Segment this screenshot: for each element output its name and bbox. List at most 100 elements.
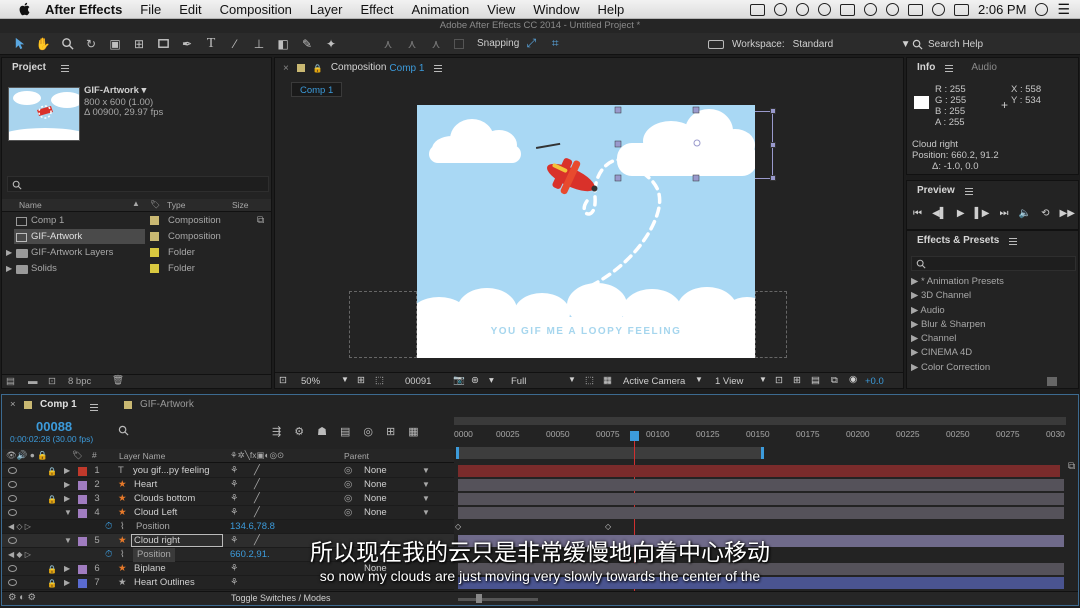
composition-canvas[interactable]: YOU GIF ME A LOOPY FEELING bbox=[417, 105, 755, 358]
project-row[interactable]: ▶ Solids Folder bbox=[2, 261, 271, 277]
brush-tool-icon[interactable]: ⁄ bbox=[228, 37, 242, 51]
snap-grid-icon[interactable]: ⌗ bbox=[548, 36, 562, 51]
local-axis-icon[interactable]: ⋏ bbox=[381, 37, 395, 51]
workspace-select[interactable]: Standard bbox=[793, 39, 893, 50]
layer-row[interactable]: ▶ 2 ★ Heart ⚘ ╱ ◎ None ▼ bbox=[2, 478, 454, 492]
rotation-tool-icon[interactable]: ↻ bbox=[84, 37, 98, 51]
tab-info[interactable]: Info bbox=[907, 58, 945, 78]
menu-animation[interactable]: Animation bbox=[411, 2, 469, 17]
chevron-down-icon[interactable]: ▼ bbox=[422, 506, 430, 520]
current-time-indicator[interactable] bbox=[630, 431, 639, 441]
menu-effect[interactable]: Effect bbox=[360, 2, 393, 17]
frame-blending-icon[interactable]: ▤ bbox=[340, 425, 350, 438]
col-name[interactable]: Name bbox=[19, 200, 42, 210]
time-machine-icon[interactable] bbox=[886, 3, 900, 16]
menu-layer[interactable]: Layer bbox=[310, 2, 343, 17]
new-comp-icon[interactable]: ⊡ bbox=[48, 376, 56, 387]
close-tab-icon[interactable]: × bbox=[10, 399, 16, 410]
tab-project[interactable]: Project bbox=[2, 58, 56, 78]
type-tool-icon[interactable]: T bbox=[204, 36, 218, 51]
creative-cloud-icon[interactable] bbox=[818, 3, 832, 16]
comp-mini-flowchart-icon[interactable]: ⇶ bbox=[272, 425, 281, 438]
bpc-label[interactable]: 8 bpc bbox=[68, 376, 91, 387]
last-frame-icon[interactable]: ⏭ bbox=[1000, 208, 1009, 219]
shy-switch-icon[interactable]: ⚘ bbox=[230, 464, 239, 478]
project-row-selected[interactable]: GIF-Artwork Composition bbox=[2, 229, 271, 245]
col-parent[interactable]: Parent bbox=[344, 451, 369, 461]
panel-menu-icon[interactable] bbox=[90, 403, 98, 411]
flowchart-icon[interactable]: ⧉ bbox=[257, 213, 264, 229]
pickwhip-icon[interactable]: ◎ bbox=[344, 478, 352, 492]
zoom-tool-icon[interactable] bbox=[60, 37, 74, 51]
pickwhip-icon[interactable]: ◎ bbox=[344, 506, 352, 520]
apple-icon[interactable] bbox=[17, 1, 33, 17]
fast-previews-icon[interactable]: ⊞ bbox=[793, 375, 801, 386]
chevron-down-icon[interactable]: ▼ bbox=[901, 39, 911, 50]
view-axis-icon[interactable]: ⋏ bbox=[429, 37, 443, 51]
label-swatch[interactable] bbox=[150, 248, 159, 257]
tab-gif-artwork[interactable]: GIF-Artwork bbox=[140, 399, 194, 410]
layer-row[interactable]: 🔒 ▶ 1 T you gif...py feeling ⚘ ╱ ◎ None … bbox=[2, 464, 454, 478]
col-size[interactable]: Size bbox=[232, 200, 249, 210]
selection-handle[interactable] bbox=[770, 175, 776, 181]
panel-menu-icon[interactable] bbox=[1009, 237, 1018, 245]
layer-bar[interactable] bbox=[458, 479, 1064, 491]
col-layer-name[interactable]: Layer Name bbox=[119, 451, 165, 461]
menu-edit[interactable]: Edit bbox=[179, 2, 201, 17]
label-swatch[interactable] bbox=[150, 264, 159, 273]
channel-menu-icon[interactable]: ▾ bbox=[489, 375, 494, 386]
panel-menu-icon[interactable] bbox=[434, 64, 443, 72]
quality-switch-icon[interactable]: ╱ bbox=[254, 492, 260, 506]
chevron-down-icon[interactable]: ▼ bbox=[695, 375, 703, 384]
label-swatch[interactable] bbox=[78, 495, 87, 504]
layer-bar[interactable] bbox=[458, 465, 1060, 477]
always-preview-icon[interactable]: ⊡ bbox=[279, 375, 287, 386]
composition-name[interactable]: Comp 1 bbox=[389, 63, 424, 74]
panel-menu-icon[interactable] bbox=[60, 64, 69, 72]
trash-icon[interactable]: 🗑 bbox=[112, 375, 124, 386]
project-row[interactable]: Comp 1 Composition ⧉ bbox=[2, 213, 271, 229]
shy-layers-icon[interactable]: ☗ bbox=[317, 425, 327, 438]
timeline-timecode[interactable]: 00088 bbox=[36, 419, 72, 434]
lock-icon[interactable]: 🔒 bbox=[47, 493, 57, 507]
comp-button-icon[interactable]: ⧉ bbox=[1068, 461, 1075, 472]
magnification-select[interactable]: 50% bbox=[301, 376, 320, 387]
time-ruler[interactable]: 0000 00025 00050 00075 00100 00125 00150… bbox=[454, 425, 1066, 447]
keyframe-icon[interactable]: ◇ bbox=[455, 522, 461, 531]
quality-switch-icon[interactable]: ╱ bbox=[254, 478, 260, 492]
tab-preview[interactable]: Preview bbox=[907, 181, 965, 201]
search-icon[interactable] bbox=[118, 425, 129, 436]
menu-composition[interactable]: Composition bbox=[220, 2, 292, 17]
shy-switch-icon[interactable]: ⚘ bbox=[230, 506, 239, 520]
dropbox-icon[interactable] bbox=[840, 3, 856, 16]
property-row[interactable]: ◀ ◇ ▷ ⏱ ⌇ Position 134.6,78.8 bbox=[2, 520, 454, 534]
new-folder-icon[interactable]: ▬ bbox=[28, 376, 38, 387]
view-layout-select[interactable]: 1 View bbox=[715, 376, 743, 387]
layer-row[interactable]: ▼ 4 ★ Cloud Left ⚘ ╱ ◎ None ▼ bbox=[2, 506, 454, 520]
chevron-down-icon[interactable]: ▼ bbox=[422, 464, 430, 478]
zoom-slider[interactable] bbox=[458, 598, 538, 601]
search-input[interactable]: Search Help bbox=[928, 39, 983, 50]
camera-tool-icon[interactable]: ▣ bbox=[108, 37, 122, 51]
bluetooth-icon[interactable] bbox=[908, 3, 924, 16]
motion-blur-icon[interactable]: ◎ bbox=[363, 425, 373, 438]
rectangle-tool-icon[interactable] bbox=[156, 37, 170, 51]
drive-icon[interactable] bbox=[774, 3, 788, 16]
spotlight-icon[interactable] bbox=[1035, 3, 1049, 16]
stopwatch-icon[interactable]: ⏱ bbox=[105, 520, 112, 534]
col-type[interactable]: Type bbox=[167, 200, 185, 210]
toggle-switches-modes[interactable]: Toggle Switches / Modes bbox=[231, 593, 331, 603]
tab-effects-presets[interactable]: Effects & Presets bbox=[907, 231, 1009, 251]
zoom-slider-handle[interactable] bbox=[476, 594, 482, 603]
draft-3d-icon[interactable]: ⚙ bbox=[294, 425, 304, 438]
disclosure-triangle-icon[interactable]: ▶ bbox=[6, 245, 12, 261]
menu-app[interactable]: After Effects bbox=[45, 2, 122, 17]
clone-stamp-tool-icon[interactable]: ⊥ bbox=[252, 37, 266, 51]
camera-icon[interactable] bbox=[750, 3, 766, 16]
camera-select[interactable]: Active Camera bbox=[623, 376, 685, 387]
audio-icon[interactable]: 🔈 bbox=[1019, 208, 1031, 219]
eraser-tool-icon[interactable]: ◧ bbox=[276, 37, 290, 51]
flowchart-icon[interactable]: ⧉ bbox=[831, 375, 838, 386]
disclosure-triangle-icon[interactable]: ▶ bbox=[6, 261, 12, 277]
keyframe-nav-icon[interactable]: ◀ ◇ ▷ bbox=[8, 520, 31, 534]
